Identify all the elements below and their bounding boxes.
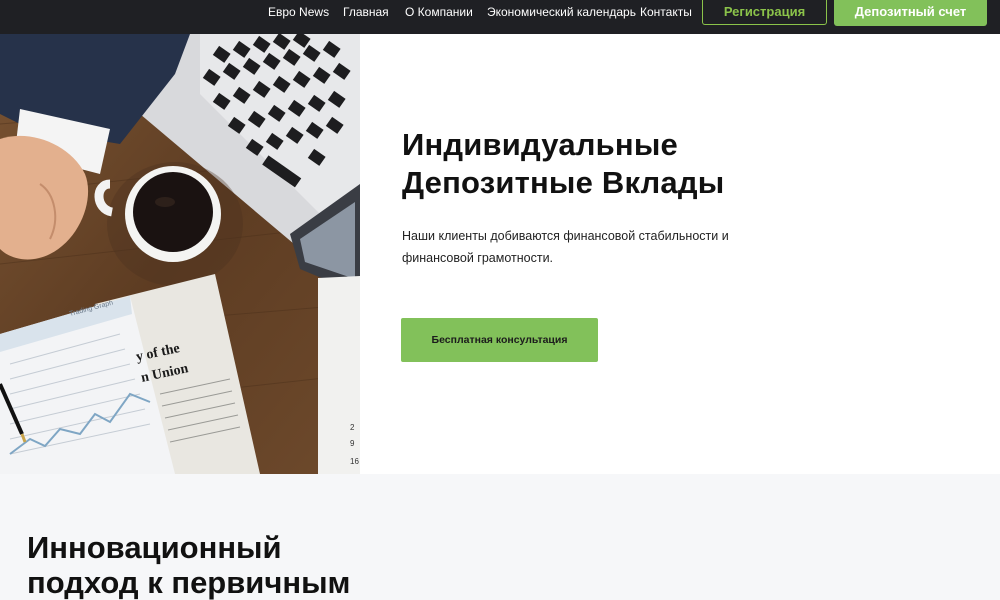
svg-text:9: 9: [350, 439, 355, 448]
free-consultation-button[interactable]: Бесплатная консультация: [401, 318, 598, 362]
section-title-line-1: Инновационный: [27, 530, 282, 565]
desk-illustration: 2 9 16 Trading Graph y of the n Union: [0, 34, 360, 474]
nav-link-contacts[interactable]: Контакты: [640, 0, 692, 25]
register-button[interactable]: Регистрация: [702, 0, 827, 25]
hero-photo: 2 9 16 Trading Graph y of the n Union: [0, 34, 360, 474]
hero-title-line-1: Индивидуальные: [402, 127, 678, 162]
section-title: Инновационный подход к первичным: [27, 530, 627, 600]
nav-link-economic-calendar[interactable]: Экономический календарь: [487, 0, 636, 25]
hero-description: Наши клиенты добиваются финансовой стаби…: [402, 225, 762, 269]
innovation-section: Инновационный подход к первичным: [0, 474, 1000, 600]
hero-description-line-2: финансовой грамотности.: [402, 251, 554, 265]
nav-link-evro-news[interactable]: Евро News: [268, 0, 329, 25]
section-title-line-2: подход к первичным: [27, 565, 351, 600]
hero-title: Индивидуальные Депозитные Вклады: [402, 126, 962, 202]
hero-description-line-1: Наши клиенты добиваются финансовой стаби…: [402, 229, 729, 243]
svg-text:2: 2: [350, 423, 355, 432]
deposit-account-button[interactable]: Депозитный счет: [834, 0, 987, 26]
svg-text:16: 16: [350, 457, 359, 466]
nav-link-home[interactable]: Главная: [343, 0, 389, 25]
hero-title-line-2: Депозитные Вклады: [402, 165, 725, 200]
hero-content: Индивидуальные Депозитные Вклады Наши кл…: [360, 34, 1000, 474]
nav-link-about[interactable]: О Компании: [405, 0, 473, 25]
top-navigation: Евро News Главная О Компании Экономическ…: [0, 0, 1000, 34]
